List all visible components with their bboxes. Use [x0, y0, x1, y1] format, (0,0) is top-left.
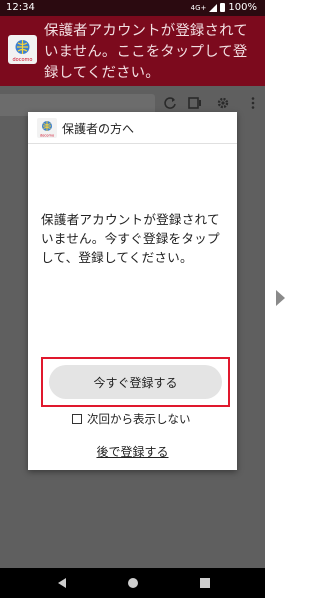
battery-level: 100% — [228, 2, 257, 13]
registration-banner[interactable]: docomo 保護者アカウントが登録されていません。ここをタップして登録してくだ… — [0, 16, 265, 86]
status-bar: 12:34 4G+ 100% — [0, 0, 265, 16]
guardian-dialog: docomo 保護者の方へ 保護者アカウントが登録されていません。今すぐ登録をタ… — [28, 112, 237, 470]
register-now-button[interactable]: 今すぐ登録する — [49, 365, 222, 399]
screen: 12:34 4G+ 100% docomo 保護者アカウントが登録されていません… — [0, 0, 288, 598]
tabs-icon — [188, 97, 201, 109]
docomo-logo-icon: docomo — [8, 35, 37, 64]
settings-icon — [217, 97, 229, 109]
register-later-link[interactable]: 後で登録する — [28, 443, 237, 460]
next-page-arrow-icon — [276, 290, 285, 306]
dialog-header: docomo 保護者の方へ — [28, 112, 237, 144]
navigation-bar — [0, 568, 265, 598]
docomo-logo-icon: docomo — [37, 118, 57, 138]
status-time: 12:34 — [6, 2, 35, 13]
reload-icon — [164, 97, 176, 109]
register-now-highlight: 今すぐ登録する — [41, 357, 230, 407]
battery-icon — [220, 3, 226, 12]
recents-icon[interactable] — [198, 576, 212, 590]
status-indicators: 4G+ 100% — [191, 2, 257, 13]
home-icon[interactable] — [126, 576, 140, 590]
phone-frame: 12:34 4G+ 100% docomo 保護者アカウントが登録されていません… — [0, 0, 265, 598]
dont-show-label: 次回から表示しない — [87, 412, 191, 426]
banner-logo-text: docomo — [13, 57, 33, 63]
back-icon[interactable] — [55, 576, 69, 590]
signal-icon — [209, 3, 218, 12]
dialog-message: 保護者アカウントが登録されていません。今すぐ登録をタップして、登録してください。 — [41, 212, 220, 265]
network-type: 4G+ — [190, 3, 207, 12]
dialog-title: 保護者の方へ — [62, 122, 135, 136]
more-vert-icon — [251, 97, 255, 109]
dont-show-checkbox[interactable] — [72, 414, 82, 424]
banner-message: 保護者アカウントが登録されていません。ここをタップして登録してください。 — [44, 23, 248, 81]
dont-show-again-option[interactable]: 次回から表示しない — [72, 410, 191, 428]
dialog-logo-text: docomo — [40, 134, 54, 138]
